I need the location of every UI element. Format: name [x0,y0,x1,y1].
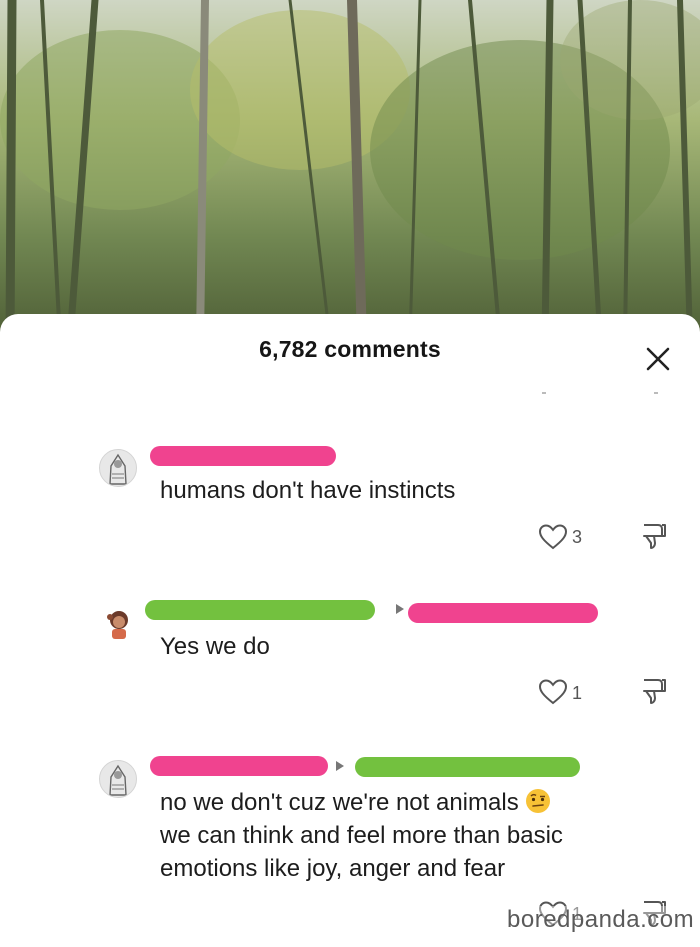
redacted-username [150,446,336,466]
redacted-username [145,600,375,620]
reply-arrow-icon [396,604,404,614]
heart-icon[interactable] [538,678,568,706]
dislike-icon[interactable] [640,521,668,551]
comment-text: Yes we do [160,633,270,660]
comment-line-3: emotions like joy, anger and fear [160,855,506,882]
comments-count-title: 6,782 comments [259,336,441,362]
redacted-reply-target [355,757,580,777]
scroll-indicator [654,392,658,394]
comment-text-block: no we don't cuz we're not animals we can… [160,786,660,885]
close-icon[interactable] [643,344,673,374]
watermark: boredpanda.com [507,906,695,934]
like-count: 1 [572,683,583,703]
avatar-cartoon-character[interactable] [101,605,137,641]
comment-line-1-text: no we don't cuz we're not animals [160,789,519,816]
redacted-reply-target [408,603,598,623]
hooded-figure-icon [109,453,127,485]
redacted-username [150,756,328,776]
reply-arrow-icon [336,761,344,771]
raised-eyebrow-emoji-icon [525,789,550,813]
like-count: 3 [572,527,583,547]
hooded-figure-icon [109,764,127,796]
cartoon-character-icon [107,611,128,639]
comment-text: humans don't have instincts [160,477,456,504]
avatar-hooded-figure[interactable] [99,449,137,487]
heart-icon[interactable] [538,523,568,551]
scroll-indicator [542,392,546,394]
comment-line-2: we can think and feel more than basic [160,822,563,849]
comment-line-1: no we don't cuz we're not animals [160,786,660,819]
bamboo-forest-image [0,0,700,340]
dislike-icon[interactable] [640,676,668,706]
video-background [0,0,700,340]
avatar-hooded-figure[interactable] [99,760,137,798]
